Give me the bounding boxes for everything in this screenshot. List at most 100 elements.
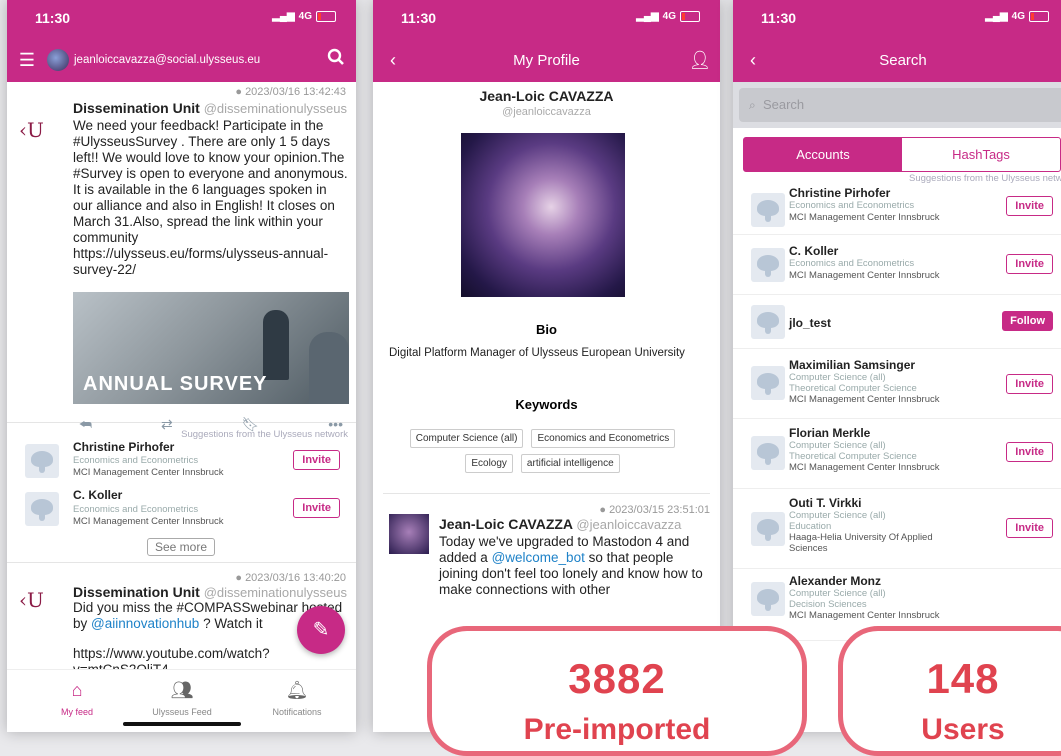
profile-handle: @jeanloiccavazza xyxy=(502,106,591,118)
account-name[interactable]: C. Koller xyxy=(789,244,838,258)
follow-button[interactable]: Follow xyxy=(1002,311,1053,331)
suggestion-row[interactable]: C. Koller Economics and Econometrics MCI… xyxy=(7,484,356,534)
feed-post[interactable]: ● 2023/03/16 13:42:43 ‹U Dissemination U… xyxy=(7,82,356,432)
stat-number: 148 xyxy=(926,655,1000,702)
account-org: MCI Management Center Innsbruck xyxy=(789,212,940,223)
search-input[interactable]: ⌕ Search xyxy=(739,88,1061,122)
back-icon[interactable]: ‹ xyxy=(373,50,413,71)
compose-button[interactable]: ✎ xyxy=(297,606,345,654)
ulysseus-logo-icon: ‹U xyxy=(19,118,44,142)
search-screen: 11:30 ▂▄▆ 4G ‹ Search ⌕ Search Accounts … xyxy=(733,0,1061,732)
invite-button[interactable]: Invite xyxy=(1006,374,1053,394)
keyword-chip[interactable]: Ecology xyxy=(465,454,513,473)
profile-post[interactable]: ● 2023/03/15 23:51:01 Jean-Loic CAVAZZA … xyxy=(373,496,720,626)
keyword-chip[interactable]: Computer Science (all) xyxy=(409,429,524,448)
tab-ulysseus-feed[interactable]: 👥︎ Ulysseus Feed xyxy=(142,680,222,717)
search-bar: ⌕ Search xyxy=(733,82,1061,128)
presenter-figure xyxy=(263,310,289,380)
avatar xyxy=(25,492,59,526)
signal-indicator: ▂▄▆ 4G xyxy=(636,11,700,22)
account-row[interactable]: C. Koller Economics and Econometrics MCI… xyxy=(733,236,1061,295)
suggestion-row[interactable]: Christine Pirhofer Economics and Econome… xyxy=(7,434,356,484)
post-author[interactable]: Jean-Loic CAVAZZA @jeanloiccavazza xyxy=(439,516,709,532)
avatar xyxy=(751,305,785,339)
tab-accounts[interactable]: Accounts xyxy=(744,138,902,171)
account-name[interactable]: Alexander Monz xyxy=(789,574,881,588)
audience-figure xyxy=(309,332,349,404)
account-name[interactable]: Florian Merkle xyxy=(789,426,870,440)
suggestion-name[interactable]: C. Koller xyxy=(73,488,122,502)
group-icon: 👥︎ xyxy=(170,680,194,700)
see-more-button[interactable]: See more xyxy=(147,538,216,556)
tab-my-feed[interactable]: ⌂ My feed xyxy=(47,680,107,717)
home-indicator xyxy=(123,722,241,726)
status-time: 11:30 xyxy=(35,10,71,26)
account-org: MCI Management Center Innsbruck xyxy=(789,462,940,473)
battery-icon xyxy=(680,11,700,22)
profile-photo[interactable] xyxy=(461,133,625,297)
bio-text: Digital Platform Manager of Ulysseus Eur… xyxy=(389,347,685,359)
account-name[interactable]: jlo_test xyxy=(789,316,831,330)
account-field: Computer Science (all) xyxy=(789,440,886,451)
post-image[interactable]: ANNUAL SURVEY xyxy=(73,292,349,404)
account-row[interactable]: Christine Pirhofer Economics and Econome… xyxy=(733,182,1061,235)
stat-callout-preimported: 3882 Pre-imported xyxy=(427,626,807,756)
signal-indicator: ▂▄▆ 4G xyxy=(985,11,1049,22)
suggestion-field: Economics and Econometrics xyxy=(73,504,199,515)
account-field: Computer Science (all) xyxy=(789,510,886,521)
account-row[interactable]: jlo_test Follow xyxy=(733,296,1061,349)
edit-user-icon[interactable]: 👤︎ xyxy=(680,50,720,71)
invite-button[interactable]: Invite xyxy=(1006,254,1053,274)
network-label: 4G xyxy=(1011,11,1025,22)
account-name[interactable]: Christine Pirhofer xyxy=(789,186,890,200)
avatar xyxy=(751,248,785,282)
invite-button[interactable]: Invite xyxy=(1006,442,1053,462)
invite-button[interactable]: Invite xyxy=(1006,196,1053,216)
search-icon: ⌕ xyxy=(749,98,756,112)
post-handle[interactable]: @disseminationulysseus xyxy=(204,101,347,116)
avatar xyxy=(751,512,785,546)
keyword-chip[interactable]: Economics and Econometrics xyxy=(531,429,676,448)
avatar xyxy=(751,436,785,470)
feed-screen: 11:30 ▂▄▆ 4G ☰ jeanloiccavazza@social.ul… xyxy=(7,0,356,732)
post-handle[interactable]: @disseminationulysseus xyxy=(204,585,347,600)
invite-button[interactable]: Invite xyxy=(293,450,340,470)
back-icon[interactable]: ‹ xyxy=(733,50,773,71)
post-timestamp: ● 2023/03/16 13:40:20 xyxy=(235,572,346,584)
suggestion-field: Economics and Econometrics xyxy=(73,455,199,466)
post-mention[interactable]: @aiinnovationhub xyxy=(91,616,199,631)
post-author[interactable]: Dissemination Unit @disseminationulysseu… xyxy=(73,100,349,116)
account-row[interactable]: Maximilian Samsinger Computer Science (a… xyxy=(733,350,1061,419)
search-icon[interactable] xyxy=(316,48,356,72)
suggestions-panel: Suggestions from the Ulysseus network Ch… xyxy=(7,426,356,563)
invite-button[interactable]: Invite xyxy=(1006,518,1053,538)
battery-icon xyxy=(316,11,336,22)
tab-notifications[interactable]: 🔔︎ Notifications xyxy=(262,680,332,717)
menu-icon[interactable]: ☰ xyxy=(7,50,47,71)
stat-number: 3882 xyxy=(568,655,666,702)
invite-button[interactable]: Invite xyxy=(293,498,340,518)
stat-label: Pre-imported xyxy=(523,713,711,746)
account-handle: jeanloiccavazza@social.ulysseus.eu xyxy=(74,54,261,66)
account-row[interactable]: Florian Merkle Computer Science (all) Th… xyxy=(733,420,1061,489)
tab-hashtags[interactable]: HashTags xyxy=(902,138,1060,171)
keywords-heading: Keywords xyxy=(515,397,578,412)
search-tabs: Accounts HashTags xyxy=(743,137,1061,172)
keyword-chip[interactable]: artificial intelligence xyxy=(520,454,620,473)
profile-screen: 11:30 ▂▄▆ 4G ‹ My Profile 👤︎ Jean-Loic C… xyxy=(373,0,720,732)
suggestion-org: MCI Management Center Innsbruck xyxy=(73,516,224,527)
profile-header: Jean-Loic CAVAZZA @jeanloiccavazza xyxy=(373,88,720,118)
suggestion-name[interactable]: Christine Pirhofer xyxy=(73,440,174,454)
search-placeholder: Search xyxy=(762,97,805,112)
account-name[interactable]: Maximilian Samsinger xyxy=(789,358,915,372)
post-mention[interactable]: @welcome_bot xyxy=(492,550,585,565)
bio-heading: Bio xyxy=(536,322,557,337)
bottom-tab-bar: ⌂ My feed 👥︎ Ulysseus Feed 🔔︎ Notifications xyxy=(7,669,356,732)
post-handle[interactable]: @jeanloiccavazza xyxy=(576,517,681,532)
stat-callout-users: 148 Users xyxy=(838,626,1061,756)
account-row[interactable]: Outi T. Virkki Computer Science (all) Ed… xyxy=(733,490,1061,569)
account-switcher[interactable]: jeanloiccavazza@social.ulysseus.eu xyxy=(47,49,316,71)
post-link[interactable]: https://ulysseus.eu/forms/ulysseus-annua… xyxy=(73,246,349,278)
account-name[interactable]: Outi T. Virkki xyxy=(789,496,861,510)
post-author[interactable]: Dissemination Unit @disseminationulysseu… xyxy=(73,584,349,600)
